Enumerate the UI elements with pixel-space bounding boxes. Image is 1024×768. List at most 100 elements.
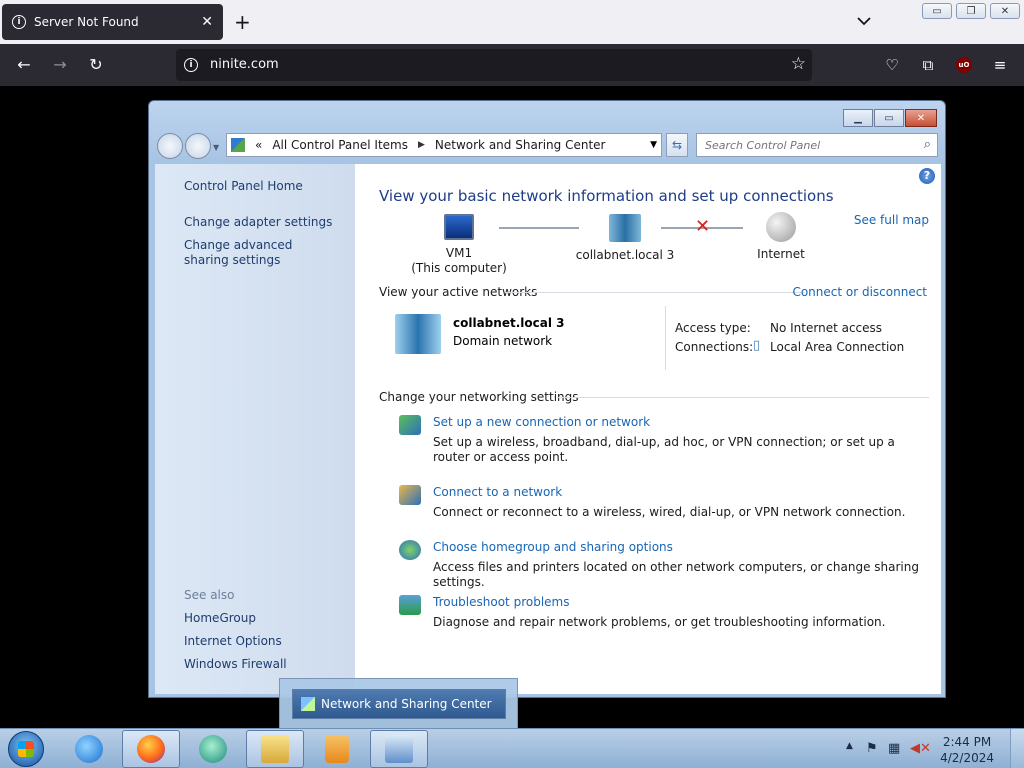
- change-adapter-settings-link[interactable]: Change adapter settings: [184, 215, 334, 230]
- computer-icon: [444, 214, 474, 240]
- bookmark-star-icon[interactable]: ☆: [791, 54, 806, 74]
- url-bar[interactable]: i ninite.com ☆: [176, 49, 812, 81]
- start-button[interactable]: [8, 731, 44, 767]
- ublock-origin-icon[interactable]: uO: [956, 57, 972, 73]
- map-network-name: collabnet.local 3: [575, 248, 675, 262]
- breadcrumb-current[interactable]: Network and Sharing Center: [435, 138, 606, 152]
- site-info-icon[interactable]: i: [184, 58, 198, 72]
- connect-network-link[interactable]: Connect to a network: [433, 485, 562, 499]
- control-panel-icon: [385, 735, 413, 763]
- show-desktop-button[interactable]: [1010, 729, 1024, 768]
- homegroup-options-description: Access files and printers located on oth…: [433, 560, 919, 589]
- vertical-divider: [665, 306, 666, 370]
- active-network-type: Domain network: [453, 334, 553, 348]
- forward-button[interactable]: [185, 133, 211, 159]
- local-area-connection-link[interactable]: Local Area Connection: [770, 340, 904, 354]
- internet-options-link[interactable]: Internet Options: [184, 634, 334, 649]
- browser-tab[interactable]: i Server Not Found ✕: [2, 4, 223, 40]
- taskbar-firefox[interactable]: [122, 730, 180, 768]
- address-bar[interactable]: « All Control Panel Items ▶ Network and …: [226, 133, 662, 157]
- troubleshoot-link[interactable]: Troubleshoot problems: [433, 595, 569, 609]
- minimize-button[interactable]: ▁: [843, 109, 873, 127]
- back-button[interactable]: [157, 133, 183, 159]
- browser-nav-bar: ← → ↻ i ninite.com ☆ ♡ ⧉ uO ≡: [0, 44, 1024, 86]
- active-network-name: collabnet.local 3: [453, 316, 565, 330]
- thumbnail-item[interactable]: Network and Sharing Center: [292, 689, 506, 719]
- address-dropdown-icon[interactable]: ▼: [650, 140, 657, 150]
- network-icon[interactable]: ▦: [888, 741, 900, 756]
- see-also-label: See also: [184, 588, 235, 602]
- domain-network-icon: [395, 314, 441, 354]
- show-hidden-icons-arrow[interactable]: ▲: [846, 741, 853, 751]
- control-panel-home-link[interactable]: Control Panel Home: [184, 179, 334, 194]
- troubleshoot-description: Diagnose and repair network problems, or…: [433, 615, 886, 629]
- menu-icon[interactable]: ≡: [990, 55, 1010, 75]
- access-type-value: No Internet access: [770, 321, 883, 335]
- firefox-icon: [137, 735, 165, 763]
- browser-tab-bar: i Server Not Found ✕ + ▭ ❐ ✕: [0, 0, 1024, 44]
- tab-close-icon[interactable]: ✕: [201, 14, 213, 30]
- list-all-tabs-icon[interactable]: [855, 12, 873, 30]
- forward-button[interactable]: →: [50, 55, 70, 75]
- taskbar-app[interactable]: [184, 730, 242, 768]
- pocket-icon[interactable]: ♡: [882, 55, 902, 75]
- change-advanced-sharing-link[interactable]: Change advanced sharing settings: [184, 238, 334, 268]
- window-content: Control Panel Home Change adapter settin…: [155, 164, 941, 694]
- maximize-button[interactable]: ▭: [874, 109, 904, 127]
- clock-time: 2:44 PM: [942, 735, 992, 749]
- taskbar-file-explorer[interactable]: [246, 730, 304, 768]
- breadcrumb-all-items[interactable]: All Control Panel Items: [272, 138, 408, 152]
- windows-firewall-link[interactable]: Windows Firewall: [184, 657, 334, 672]
- setup-connection-link[interactable]: Set up a new connection or network: [433, 415, 650, 429]
- action-center-flag-icon[interactable]: ⚑: [866, 741, 878, 756]
- search-input[interactable]: [705, 134, 915, 156]
- new-connection-icon: [399, 415, 421, 435]
- setup-connection-description: Set up a wireless, broadband, dial-up, a…: [433, 435, 895, 464]
- connect-network-description: Connect or reconnect to a wireless, wire…: [433, 505, 906, 519]
- clock[interactable]: 2:44 PM 4/2/2024: [940, 734, 994, 766]
- extensions-icon[interactable]: ⧉: [918, 55, 938, 75]
- minimize-button[interactable]: ▭: [922, 3, 952, 19]
- refresh-button[interactable]: ⇆: [666, 133, 688, 157]
- taskbar-control-panel[interactable]: [370, 730, 428, 768]
- network-center-icon: [301, 697, 315, 711]
- page-title: View your basic network information and …: [379, 187, 834, 205]
- search-box[interactable]: ⌕: [696, 133, 938, 157]
- main-pane: ? View your basic network information an…: [355, 164, 941, 694]
- see-full-map-link[interactable]: See full map: [854, 213, 929, 227]
- volume-muted-icon[interactable]: ◀✕: [910, 741, 931, 756]
- search-icon[interactable]: ⌕: [924, 137, 931, 152]
- map-internet-label: Internet: [757, 247, 805, 261]
- access-type-label: Access type:: [675, 321, 751, 335]
- connect-or-disconnect-link[interactable]: Connect or disconnect: [792, 285, 927, 299]
- task-sidebar: Control Panel Home Change adapter settin…: [155, 164, 355, 694]
- breadcrumb-separator-icon[interactable]: ▶: [418, 140, 425, 150]
- system-tray: ▲ ⚑ ▦ ◀✕ 2:44 PM 4/2/2024: [834, 729, 1024, 768]
- homegroup-link[interactable]: HomeGroup: [184, 611, 334, 626]
- new-tab-button[interactable]: +: [234, 10, 251, 34]
- url-text[interactable]: ninite.com: [210, 57, 279, 72]
- recent-pages-chevron-icon[interactable]: ▼: [213, 143, 219, 159]
- back-button[interactable]: ←: [14, 55, 34, 75]
- breadcrumb-root[interactable]: «: [255, 138, 262, 152]
- close-button[interactable]: ✕: [905, 109, 937, 127]
- reload-button[interactable]: ↻: [86, 55, 106, 75]
- app-icon: [199, 735, 227, 763]
- homegroup-icon: [399, 540, 421, 560]
- taskbar-media-player[interactable]: [308, 730, 366, 768]
- control-panel-icon: [231, 138, 245, 152]
- back-forward-buttons: ▼: [157, 133, 219, 159]
- restore-button[interactable]: ❐: [956, 3, 986, 19]
- taskbar-thumbnail-popup: Network and Sharing Center: [279, 678, 518, 730]
- active-network-entry: collabnet.local 3 Domain network: [395, 314, 564, 354]
- clock-date: 4/2/2024: [940, 751, 994, 765]
- map-internet-node: Internet: [751, 212, 811, 262]
- taskbar-internet-explorer[interactable]: [60, 730, 118, 768]
- help-icon[interactable]: ?: [919, 168, 935, 184]
- taskbar: ▲ ⚑ ▦ ◀✕ 2:44 PM 4/2/2024: [0, 728, 1024, 768]
- close-window-button[interactable]: ✕: [990, 3, 1020, 19]
- homegroup-options-link[interactable]: Choose homegroup and sharing options: [433, 540, 673, 554]
- map-connection-line: [499, 227, 579, 229]
- network-adapter-icon: ▯: [753, 338, 761, 353]
- map-computer-node: VM1 (This computer): [410, 214, 508, 276]
